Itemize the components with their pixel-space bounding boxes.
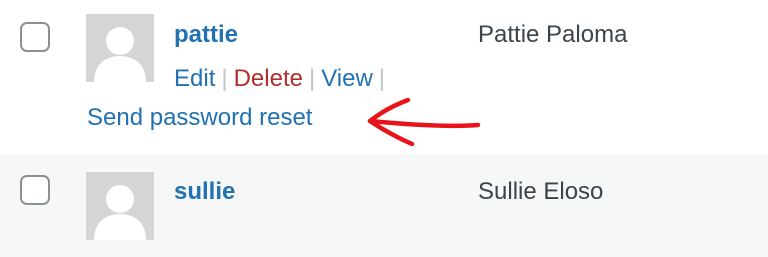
action-separator: | <box>378 65 386 92</box>
default-avatar-icon <box>86 14 154 82</box>
action-separator: | <box>221 65 228 92</box>
user-row-pattie: pattie Edit | Delete | View | Send password r… <box>0 0 768 154</box>
default-avatar-icon <box>86 172 154 240</box>
delete-link[interactable]: Delete <box>234 65 303 92</box>
user-avatar <box>86 172 154 240</box>
user-full-name: Sullie Eloso <box>478 178 604 205</box>
row-actions: Edit | Delete | View | <box>174 64 391 94</box>
user-full-name: Pattie Paloma <box>478 21 628 48</box>
annotation-arrow-icon <box>367 97 481 147</box>
edit-link[interactable]: Edit <box>174 65 215 92</box>
user-row-sullie: sullie Sullie Eloso <box>0 154 768 257</box>
select-user-checkbox[interactable] <box>20 22 50 52</box>
user-avatar <box>86 14 154 82</box>
select-user-checkbox[interactable] <box>20 175 50 205</box>
username-link[interactable]: sullie <box>174 178 235 206</box>
action-separator: | <box>308 65 316 92</box>
username-link[interactable]: pattie <box>174 21 238 49</box>
send-password-reset-link[interactable]: Send password reset <box>87 103 312 133</box>
view-link[interactable]: View <box>321 65 373 92</box>
